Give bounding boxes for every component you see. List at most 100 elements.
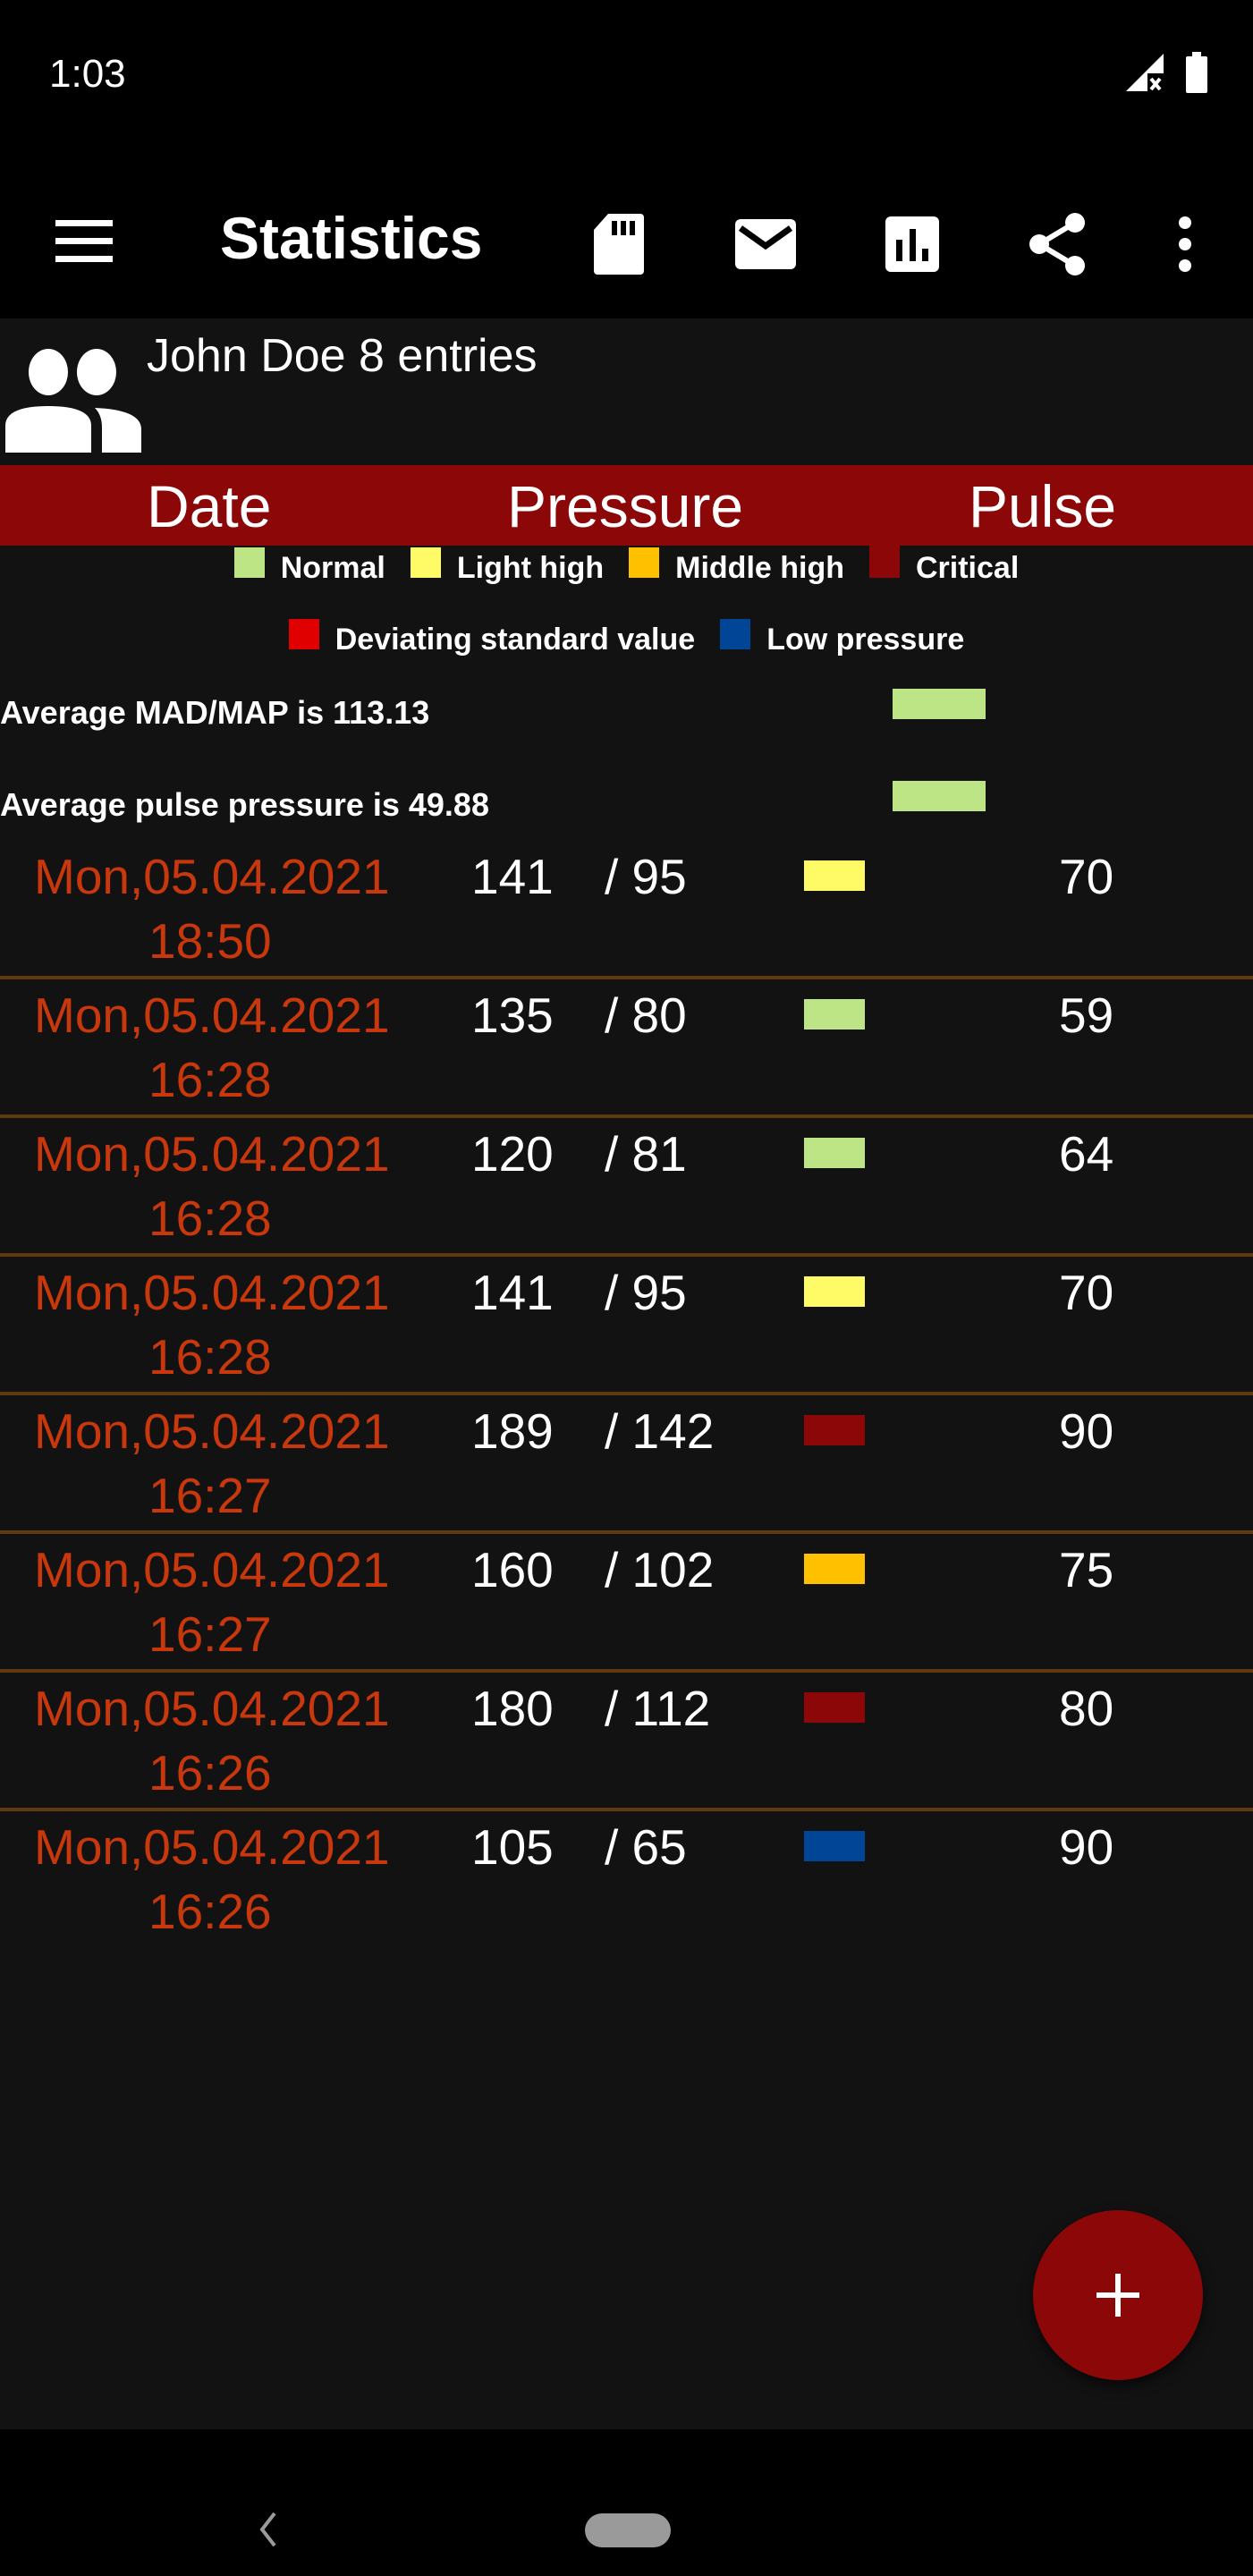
back-icon[interactable] <box>255 2510 282 2549</box>
entry-pulse: 70 <box>1059 1265 1114 1320</box>
status-time: 1:03 <box>49 52 126 96</box>
page-title: Statistics <box>220 205 483 271</box>
table-row[interactable]: Mon,05.04.2021 16:27 189 / 142 90 <box>0 1395 1253 1534</box>
entry-pulse: 70 <box>1059 849 1114 904</box>
status-bar: 1:03 <box>0 0 1253 170</box>
add-entry-button[interactable] <box>1033 2210 1203 2380</box>
battery-icon <box>1186 52 1207 93</box>
table-row[interactable]: Mon,05.04.2021 16:26 180 / 112 80 <box>0 1673 1253 1811</box>
entry-date: Mon,05.04.2021 <box>34 1681 390 1736</box>
entry-date: Mon,05.04.2021 <box>34 1126 390 1182</box>
entry-time: 16:27 <box>148 1468 272 1523</box>
entry-date: Mon,05.04.2021 <box>34 1819 390 1875</box>
entry-category-indicator <box>804 1831 865 1861</box>
system-nav-bar <box>0 2429 1253 2576</box>
people-icon <box>5 349 141 453</box>
entry-systolic: 105 <box>471 1819 554 1875</box>
table-row[interactable]: Mon,05.04.2021 16:28 120 / 81 64 <box>0 1118 1253 1257</box>
legend-item-middle-high: Middle high <box>629 547 844 586</box>
legend-label: Normal <box>280 550 385 585</box>
entry-category-indicator <box>804 999 865 1030</box>
table-row[interactable]: Mon,05.04.2021 16:27 160 / 102 75 <box>0 1534 1253 1673</box>
legend-label: Low pressure <box>766 622 965 657</box>
entry-pulse: 59 <box>1059 987 1114 1043</box>
entry-pulse: 80 <box>1059 1681 1114 1736</box>
table-row[interactable]: Mon,05.04.2021 18:50 141 / 95 70 <box>0 841 1253 979</box>
legend-swatch <box>233 547 265 578</box>
entry-category-indicator <box>804 1554 865 1584</box>
entry-systolic: 189 <box>471 1403 554 1459</box>
home-pill[interactable] <box>585 2513 671 2547</box>
entry-systolic: 160 <box>471 1542 554 1597</box>
entry-pulse: 90 <box>1059 1819 1114 1875</box>
legend-swatch <box>629 547 660 578</box>
legend-label: Light high <box>456 550 605 585</box>
menu-icon[interactable] <box>54 215 116 268</box>
table-row[interactable]: Mon,05.04.2021 16:28 135 / 80 59 <box>0 979 1253 1118</box>
chart-button[interactable] <box>872 199 952 289</box>
legend-label: Deviating standard value <box>334 622 696 657</box>
legend-swatch <box>720 618 751 649</box>
average-map-indicator <box>893 689 986 719</box>
entry-date: Mon,05.04.2021 <box>34 1403 390 1459</box>
entry-diastolic: / 95 <box>605 849 687 904</box>
legend-item-deviating: Deviating standard value <box>288 618 696 657</box>
entry-category-indicator <box>804 1415 865 1445</box>
user-row[interactable]: John Doe 8 entries <box>0 318 1253 465</box>
header-pressure: Pressure <box>507 473 744 539</box>
table-row[interactable]: Mon,05.04.2021 16:28 141 / 95 70 <box>0 1257 1253 1395</box>
more-options-button[interactable] <box>1145 199 1225 289</box>
entries-list: Mon,05.04.2021 18:50 141 / 95 70 Mon,05.04.20… <box>0 841 1253 1946</box>
entry-diastolic: / 95 <box>605 1265 687 1320</box>
average-map: Average MAD/MAP is 113.13 <box>0 694 430 731</box>
legend-label: Middle high <box>675 550 844 585</box>
entry-date: Mon,05.04.2021 <box>34 849 390 904</box>
entry-pulse: 90 <box>1059 1403 1114 1459</box>
entry-diastolic: / 65 <box>605 1819 687 1875</box>
legend-item-low-pressure: Low pressure <box>720 618 965 657</box>
legend-item-normal: Normal <box>233 547 385 586</box>
legend-item-critical: Critical <box>869 532 1020 586</box>
entry-diastolic: / 80 <box>605 987 687 1043</box>
entry-category-indicator <box>804 1138 865 1168</box>
entry-category-indicator <box>804 860 865 891</box>
average-pulse-pressure: Average pulse pressure is 49.88 <box>0 786 489 823</box>
entry-systolic: 135 <box>471 987 554 1043</box>
entry-time: 18:50 <box>148 913 272 969</box>
entry-diastolic: / 102 <box>605 1542 715 1597</box>
entry-time: 16:26 <box>148 1884 272 1939</box>
entry-pulse: 64 <box>1059 1126 1114 1182</box>
entry-diastolic: / 81 <box>605 1126 687 1182</box>
user-name-entries: John Doe 8 entries <box>147 330 538 382</box>
plus-icon <box>1096 2274 1139 2317</box>
sd-card-icon <box>594 214 644 275</box>
sd-card-button[interactable] <box>579 199 659 289</box>
share-icon <box>1029 213 1085 275</box>
entry-systolic: 141 <box>471 1265 554 1320</box>
entry-pulse: 75 <box>1059 1542 1114 1597</box>
legend-label: Critical <box>916 550 1020 585</box>
email-icon <box>735 219 796 269</box>
entry-category-indicator <box>804 1692 865 1723</box>
table-row[interactable]: Mon,05.04.2021 16:26 105 / 65 90 <box>0 1811 1253 1946</box>
header-pulse: Pulse <box>969 473 1117 539</box>
legend-swatch <box>410 547 441 578</box>
status-icons <box>1124 52 1208 93</box>
chart-icon <box>885 216 939 272</box>
table-header: Date Pressure Pulse <box>0 465 1253 546</box>
legend-item-light-high: Light high <box>410 547 605 586</box>
email-button[interactable] <box>725 199 806 289</box>
share-button[interactable] <box>1018 199 1098 289</box>
average-pulse-pressure-indicator <box>893 781 986 811</box>
legend-swatch <box>288 618 319 649</box>
signal-no-service-icon <box>1126 54 1165 93</box>
entry-time: 16:28 <box>148 1329 272 1385</box>
entry-systolic: 120 <box>471 1126 554 1182</box>
header-date: Date <box>147 473 272 539</box>
entry-date: Mon,05.04.2021 <box>34 987 390 1043</box>
entry-diastolic: / 112 <box>605 1681 711 1736</box>
entry-time: 16:28 <box>148 1052 272 1107</box>
entry-time: 16:26 <box>148 1745 272 1801</box>
legend-row-2: Deviating standard value Low pressure <box>0 617 1253 662</box>
entry-category-indicator <box>804 1276 865 1307</box>
